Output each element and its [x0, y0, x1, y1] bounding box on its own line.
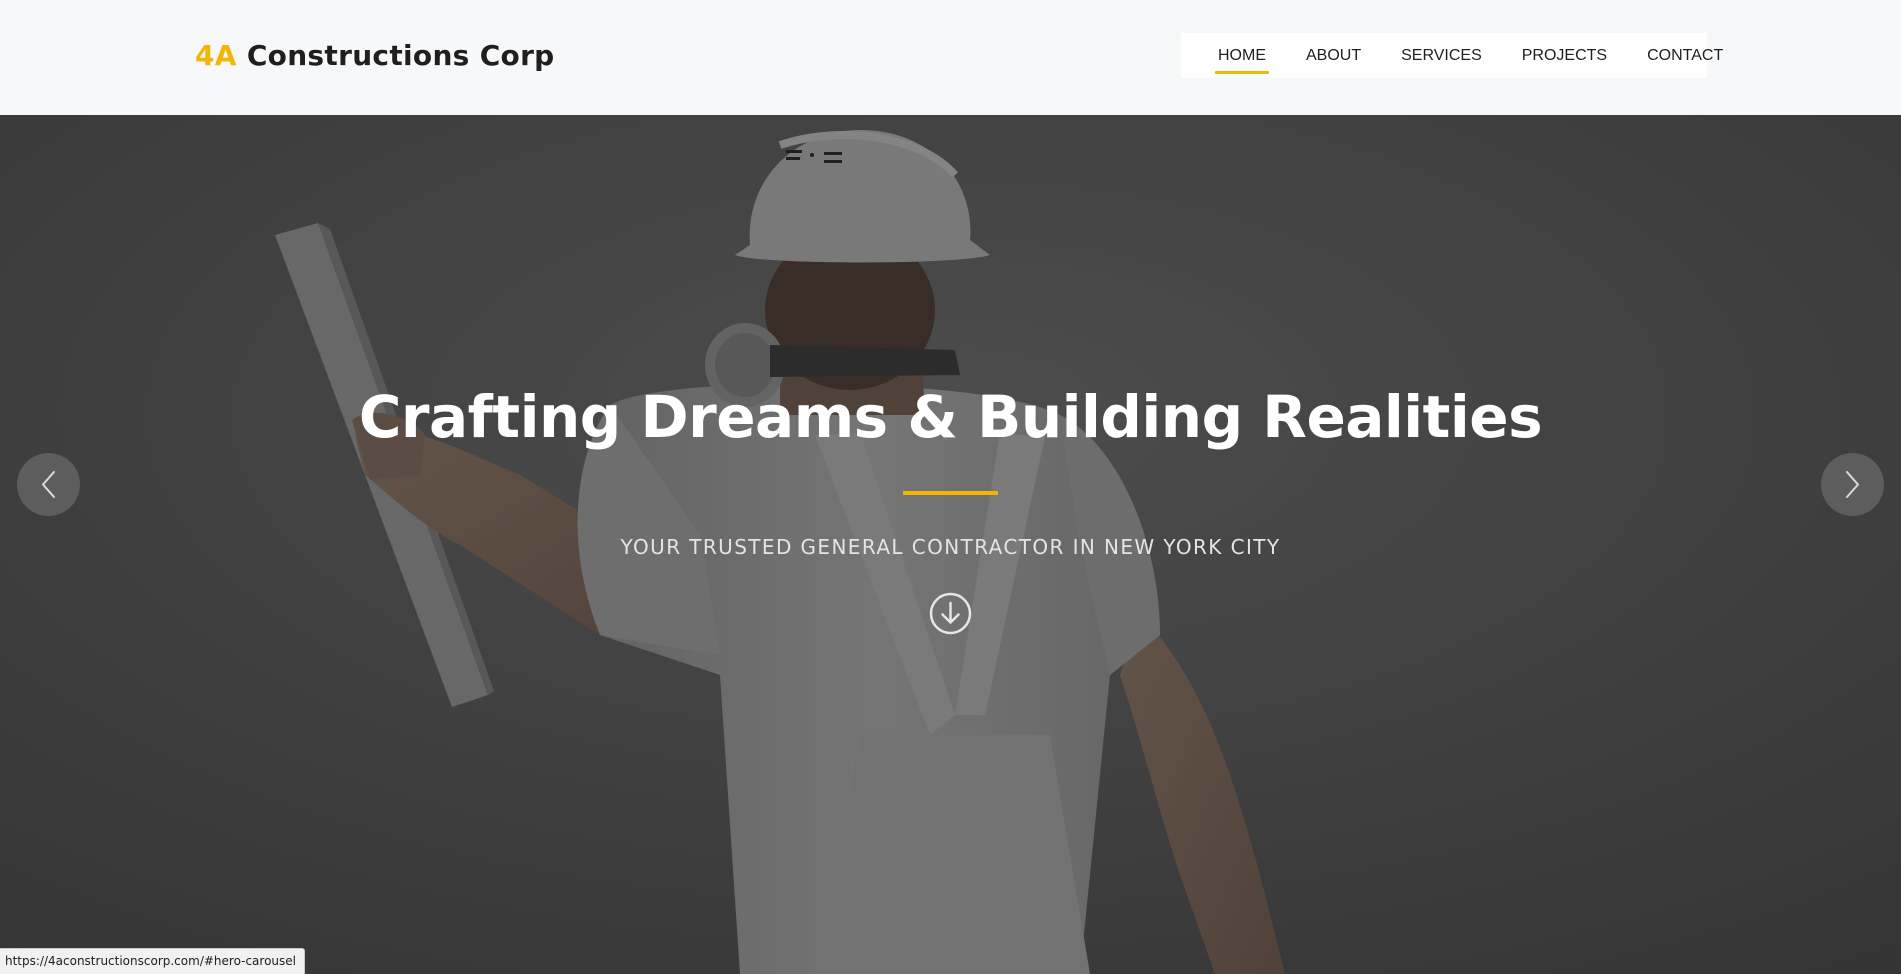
- arrow-down-circle-icon: [929, 592, 972, 635]
- site-logo[interactable]: 4A Constructions Corp: [195, 39, 555, 72]
- carousel-next-button[interactable]: [1821, 453, 1884, 516]
- scroll-down-button[interactable]: [929, 592, 972, 635]
- nav-projects[interactable]: PROJECTS: [1522, 33, 1607, 78]
- nav-about[interactable]: ABOUT: [1306, 33, 1361, 78]
- logo-accent: 4A: [195, 39, 237, 72]
- logo-text: Constructions Corp: [236, 39, 555, 72]
- nav-contact[interactable]: CONTACT: [1647, 33, 1723, 78]
- hero-divider: [903, 491, 998, 495]
- status-bar-url: https://4aconstructionscorp.com/#hero-ca…: [0, 948, 305, 974]
- hero-subtitle: YOUR TRUSTED GENERAL CONTRACTOR IN NEW Y…: [620, 535, 1281, 559]
- carousel-prev-button[interactable]: [17, 453, 80, 516]
- nav-services[interactable]: SERVICES: [1401, 33, 1482, 78]
- chevron-right-icon: [1846, 471, 1859, 498]
- main-nav: HOME ABOUT SERVICES PROJECTS CONTACT: [1181, 33, 1723, 78]
- chevron-left-icon: [42, 471, 55, 498]
- nav-home[interactable]: HOME: [1215, 33, 1269, 78]
- hero-title: Crafting Dreams & Building Realities: [358, 383, 1543, 451]
- hero-carousel: Crafting Dreams & Building Realities YOU…: [0, 115, 1901, 974]
- site-header: 4A Constructions Corp HOME ABOUT SERVICE…: [0, 0, 1901, 115]
